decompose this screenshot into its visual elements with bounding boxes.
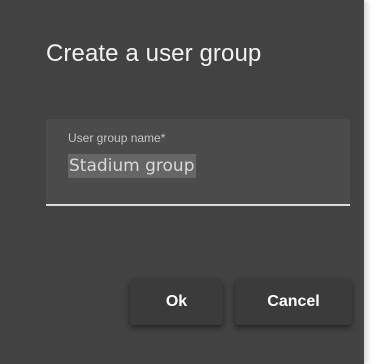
selected-text: Stadium group	[68, 154, 196, 178]
cancel-button[interactable]: Cancel	[235, 279, 352, 325]
field-underline	[46, 204, 350, 206]
user-group-name-input[interactable]: Stadium group	[68, 153, 248, 179]
user-group-name-field[interactable]: User group name* Stadium group	[46, 119, 350, 206]
create-user-group-dialog: Create a user group User group name* Sta…	[0, 0, 364, 364]
dialog-title: Create a user group	[46, 40, 262, 67]
user-group-name-label: User group name*	[68, 131, 166, 145]
ok-button[interactable]: Ok	[130, 279, 223, 325]
